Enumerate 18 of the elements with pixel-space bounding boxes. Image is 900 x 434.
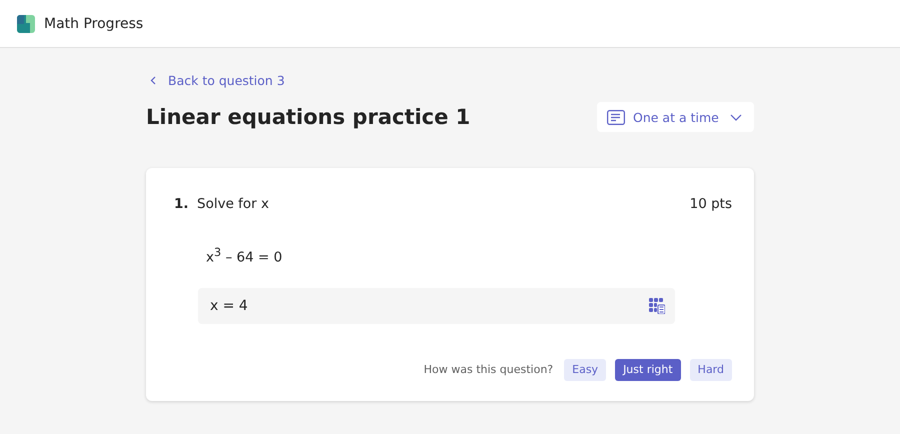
- app-title: Math Progress: [44, 16, 144, 32]
- back-link[interactable]: Back to question 3: [146, 73, 285, 88]
- page-title: Linear equations practice 1: [146, 105, 470, 129]
- calculator-icon[interactable]: [649, 298, 665, 314]
- answer-field[interactable]: x = 4: [198, 288, 675, 324]
- question-prompt: Solve for x: [197, 196, 270, 212]
- question-number: 1.: [174, 196, 190, 212]
- difficulty-button[interactable]: Just right: [615, 358, 681, 380]
- chevron-left-icon: [150, 76, 156, 85]
- list-icon: [607, 110, 625, 124]
- view-dropdown[interactable]: One at a time: [597, 102, 754, 132]
- chevron-down-icon: [730, 114, 742, 120]
- equation: x$^{3}$ – 64 = 0: [206, 246, 282, 266]
- feedback-prompt: How was this question?: [424, 363, 554, 376]
- question-points: 10 pts: [690, 196, 732, 212]
- difficulty-button[interactable]: Hard: [690, 358, 732, 380]
- difficulty-button[interactable]: Easy: [564, 358, 606, 380]
- app-logo-icon: [17, 14, 35, 32]
